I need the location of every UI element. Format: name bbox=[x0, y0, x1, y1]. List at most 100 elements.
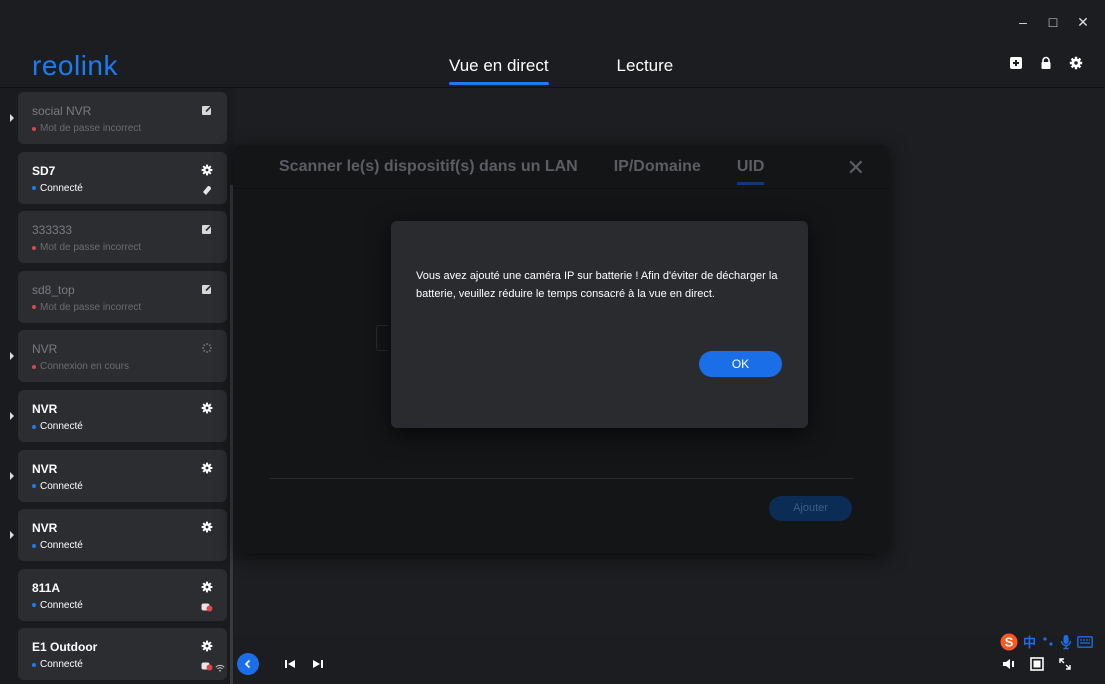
status-dot bbox=[32, 305, 36, 310]
device-item[interactable]: NVR Connecté bbox=[10, 509, 227, 562]
add-device-icon[interactable] bbox=[1009, 56, 1023, 70]
device-status: Connecté bbox=[32, 659, 83, 670]
uid-input[interactable] bbox=[376, 325, 388, 351]
header-icons bbox=[1009, 56, 1083, 70]
expand-arrow-icon[interactable] bbox=[10, 352, 14, 361]
edit-icon[interactable] bbox=[201, 282, 213, 294]
reolink-app: – □ ✕ reolink Vue en direct Lecture soci… bbox=[0, 0, 1105, 684]
settings-icon[interactable] bbox=[201, 401, 213, 414]
tab-live-view[interactable]: Vue en direct bbox=[449, 56, 549, 85]
device-item[interactable]: 333333 Mot de passe incorrect bbox=[18, 211, 227, 264]
microphone-icon[interactable] bbox=[1060, 634, 1072, 650]
keyboard-icon[interactable] bbox=[1077, 635, 1093, 649]
settings-icon[interactable] bbox=[201, 580, 213, 593]
reolink-logo: reolink bbox=[32, 50, 118, 81]
device-name: social NVR bbox=[32, 104, 92, 118]
device-status: Mot de passe incorrect bbox=[32, 242, 141, 253]
device-name: sd8_top bbox=[32, 282, 75, 297]
alert-message: Vous avez ajouté une caméra IP sur batte… bbox=[416, 270, 778, 300]
layout-icon[interactable] bbox=[1030, 657, 1044, 671]
device-item[interactable]: NVR Connexion en cours bbox=[10, 330, 227, 383]
main-tabs: Vue en direct Lecture bbox=[449, 56, 674, 85]
device-status-text: Connecté bbox=[40, 599, 83, 611]
punctuation-icon[interactable] bbox=[1041, 635, 1055, 649]
battery-warning-modal: Vous avez ajouté une caméra IP sur batte… bbox=[391, 221, 808, 428]
fullscreen-icon[interactable] bbox=[1058, 657, 1072, 671]
tab-uid[interactable]: UID bbox=[736, 158, 764, 185]
device-name: 811A bbox=[32, 580, 61, 595]
add-button[interactable]: Ajouter bbox=[769, 496, 852, 521]
device-status: Connecté bbox=[32, 183, 83, 194]
device-status: Connecté bbox=[32, 421, 83, 432]
playback-controls-bar bbox=[234, 636, 1105, 684]
device-status-text: Connecté bbox=[40, 659, 83, 671]
edit-icon[interactable] bbox=[201, 222, 213, 235]
battery-icon bbox=[201, 183, 213, 195]
tab-scan-lan[interactable]: Scanner le(s) dispositif(s) dans un LAN bbox=[279, 158, 578, 176]
device-name: NVR bbox=[32, 402, 58, 416]
status-dot bbox=[32, 603, 36, 608]
settings-icon[interactable] bbox=[201, 163, 213, 175]
settings-icon[interactable] bbox=[1069, 56, 1083, 70]
expand-arrow-icon[interactable] bbox=[10, 114, 14, 122]
volume-icon[interactable] bbox=[1002, 657, 1016, 671]
divider bbox=[234, 188, 889, 189]
device-item[interactable]: NVR Connecté bbox=[10, 390, 227, 442]
settings-icon[interactable] bbox=[201, 461, 213, 473]
collapse-sidebar-button[interactable] bbox=[237, 653, 259, 675]
next-icon[interactable] bbox=[312, 658, 324, 670]
device-status-text: Connecté bbox=[40, 421, 83, 432]
status-dot bbox=[32, 186, 36, 191]
spinner-icon[interactable] bbox=[201, 341, 213, 354]
device-status: Mot de passe incorrect bbox=[32, 302, 141, 313]
status-dot bbox=[32, 126, 36, 131]
device-status-text: Connecté bbox=[40, 480, 83, 492]
device-item[interactable]: E1 Outdoor Connecté bbox=[18, 628, 227, 681]
add-dialog-tabs: Scanner le(s) dispositif(s) dans un LAN … bbox=[279, 158, 764, 185]
device-item[interactable]: sd8_top Mot de passe incorrect bbox=[18, 270, 227, 323]
device-name: NVR bbox=[32, 461, 58, 476]
status-dot bbox=[32, 245, 36, 250]
settings-icon[interactable] bbox=[201, 520, 213, 533]
chevron-left-icon bbox=[244, 659, 251, 669]
status-dot bbox=[32, 484, 36, 489]
device-status-text: Mot de passe incorrect bbox=[40, 301, 142, 313]
expand-arrow-icon[interactable] bbox=[10, 531, 14, 540]
ime-language-label[interactable]: 中 bbox=[1023, 632, 1036, 651]
device-status: Connecté bbox=[32, 481, 83, 492]
window-controls: – □ ✕ bbox=[1015, 14, 1091, 30]
edit-icon[interactable] bbox=[201, 103, 213, 115]
device-item[interactable]: NVR Connecté bbox=[10, 449, 227, 502]
close-window-button[interactable]: ✕ bbox=[1075, 14, 1091, 30]
device-name: NVR bbox=[32, 342, 58, 357]
device-name: 333333 bbox=[32, 223, 73, 238]
ok-button[interactable]: OK bbox=[699, 351, 782, 377]
maximize-button[interactable]: □ bbox=[1045, 14, 1061, 30]
tab-ip-domain[interactable]: IP/Domaine bbox=[614, 158, 701, 176]
device-name: E1 Outdoor bbox=[32, 640, 98, 655]
previous-icon[interactable] bbox=[284, 658, 296, 670]
tab-playback[interactable]: Lecture bbox=[617, 56, 674, 84]
status-dot bbox=[32, 424, 36, 429]
device-item[interactable]: 811A Connecté bbox=[18, 568, 227, 621]
device-status-text: Mot de passe incorrect bbox=[40, 123, 142, 134]
minimize-button[interactable]: – bbox=[1015, 14, 1031, 30]
sidebar-scrollbar[interactable] bbox=[230, 185, 233, 684]
camera-alert-icon bbox=[201, 659, 213, 671]
settings-icon[interactable] bbox=[201, 639, 213, 652]
device-item[interactable]: SD7 Connecté bbox=[18, 151, 227, 204]
device-status-text: Connexion en cours bbox=[40, 361, 129, 373]
add-dialog-close-button[interactable]: ✕ bbox=[847, 155, 865, 181]
expand-arrow-icon[interactable] bbox=[10, 471, 14, 480]
status-dot bbox=[32, 543, 36, 548]
device-status: Connexion en cours bbox=[32, 361, 129, 372]
header-bar: – □ ✕ reolink Vue en direct Lecture bbox=[0, 0, 1105, 88]
lock-icon[interactable] bbox=[1039, 56, 1053, 70]
expand-arrow-icon[interactable] bbox=[10, 412, 14, 420]
device-item[interactable]: social NVR Mot de passe incorrect bbox=[10, 92, 227, 144]
device-status: Connecté bbox=[32, 540, 83, 551]
device-name: SD7 bbox=[32, 163, 56, 178]
device-status-text: Connecté bbox=[40, 540, 83, 552]
device-status: Connecté bbox=[32, 600, 83, 611]
sogou-s-icon[interactable]: S bbox=[1000, 633, 1018, 651]
